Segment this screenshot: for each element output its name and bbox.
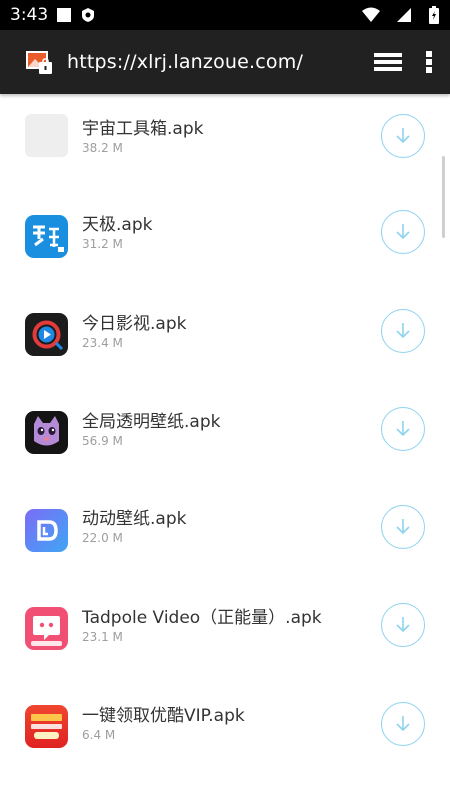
file-row[interactable]: 宇宙工具箱.apk 38.2 M — [0, 94, 450, 192]
file-size: 23.4 M — [82, 336, 123, 350]
tianji-app-icon — [25, 215, 68, 258]
download-arrow-icon — [396, 519, 410, 535]
url-bar[interactable]: https://xlrj.lanzoue.com/ — [67, 51, 303, 73]
tabs-stack-icon[interactable] — [370, 44, 406, 80]
jinri-yingshi-app-icon — [25, 313, 68, 356]
scrollbar[interactable] — [442, 156, 445, 238]
file-row[interactable]: 一键领取优酷VIP.apk 6.4 M — [0, 682, 450, 780]
status-time: 3:43 — [10, 5, 49, 25]
battery-icon — [428, 6, 440, 24]
download-arrow-icon — [396, 128, 410, 144]
file-row[interactable]: 动动壁纸.apk 22.0 M — [0, 486, 450, 584]
file-name: 一键领取优酷VIP.apk — [82, 706, 245, 726]
file-size: 6.4 M — [82, 728, 116, 742]
download-arrow-icon — [396, 617, 410, 633]
placeholder-app-icon — [25, 114, 68, 157]
status-bar: 3:43 — [0, 0, 450, 30]
download-button[interactable] — [381, 505, 425, 549]
download-button[interactable] — [381, 210, 425, 254]
file-name: 全局透明壁纸.apk — [82, 412, 221, 432]
file-row[interactable]: 天极.apk 31.2 M — [0, 192, 450, 290]
dongdong-app-icon — [25, 509, 68, 552]
file-row[interactable]: 全局透明壁纸.apk 56.9 M — [0, 388, 450, 486]
file-row[interactable]: Tadpole Video（正能量）.apk 23.1 M — [0, 584, 450, 682]
download-arrow-icon — [396, 224, 410, 240]
youku-vip-app-icon — [25, 705, 68, 748]
download-arrow-icon — [396, 323, 410, 339]
download-button[interactable] — [381, 309, 425, 353]
more-vert-icon[interactable] — [420, 44, 438, 80]
download-button[interactable] — [381, 603, 425, 647]
file-size: 22.0 M — [82, 531, 123, 545]
download-button[interactable] — [381, 114, 425, 158]
download-arrow-icon — [396, 421, 410, 437]
file-list: 宇宙工具箱.apk 38.2 M 天极.apk 31.2 M 今日影视.apk … — [0, 94, 450, 800]
file-size: 23.1 M — [82, 630, 123, 644]
download-button[interactable] — [381, 407, 425, 451]
file-size: 56.9 M — [82, 434, 123, 448]
file-name: 动动壁纸.apk — [82, 509, 187, 529]
signal-icon — [396, 7, 412, 23]
file-name: 天极.apk — [82, 215, 153, 235]
site-icon[interactable] — [22, 45, 56, 79]
file-row[interactable]: 今日影视.apk 23.4 M — [0, 290, 450, 388]
download-button[interactable] — [381, 702, 425, 746]
tadpole-app-icon — [25, 607, 68, 650]
browser-toolbar: https://xlrj.lanzoue.com/ — [0, 30, 450, 94]
download-arrow-icon — [396, 716, 410, 732]
notification-square-icon — [56, 7, 72, 23]
file-name: 今日影视.apk — [82, 314, 187, 334]
wifi-icon — [362, 7, 380, 23]
file-size: 38.2 M — [82, 141, 123, 155]
shield-app-icon — [80, 7, 96, 23]
file-size: 31.2 M — [82, 237, 123, 251]
file-name: 宇宙工具箱.apk — [82, 119, 204, 139]
cat-wallpaper-app-icon — [25, 411, 68, 454]
file-name: Tadpole Video（正能量）.apk — [82, 608, 322, 628]
